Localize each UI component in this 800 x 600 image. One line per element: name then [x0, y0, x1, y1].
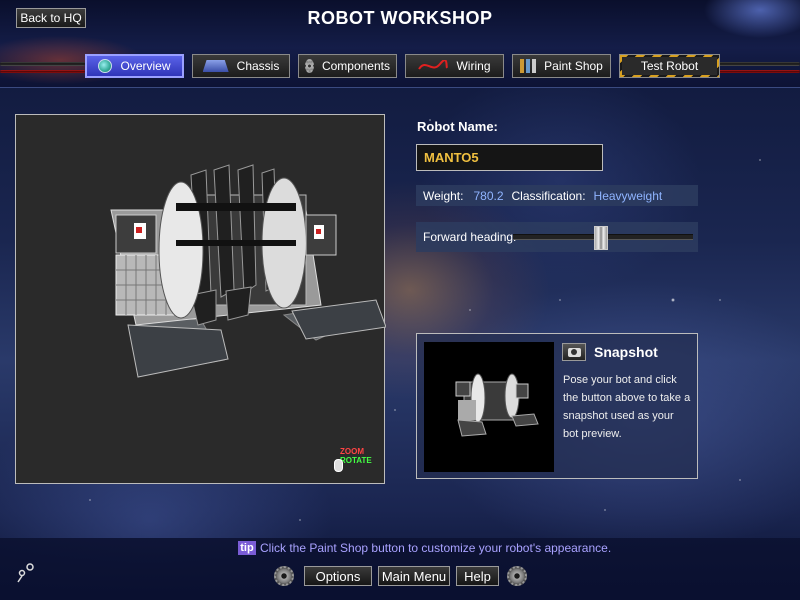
classification-label: Classification: — [511, 188, 586, 203]
robot-preview-thumbnail — [455, 373, 539, 437]
tab-chassis[interactable]: Chassis — [192, 54, 290, 78]
sound-toggle-icon[interactable] — [14, 562, 40, 584]
tab-components[interactable]: Components — [298, 54, 397, 78]
tab-label: Paint Shop — [544, 59, 603, 73]
tab-test-robot[interactable]: Test Robot — [619, 54, 720, 78]
snapshot-description: Pose your bot and click the button above… — [563, 374, 691, 440]
forward-heading-bar: Forward heading: — [416, 222, 698, 252]
cable-decoration — [718, 70, 800, 73]
slider-thumb[interactable] — [594, 226, 609, 250]
robot-tread — [127, 324, 229, 378]
tab-paint-shop[interactable]: Paint Shop — [512, 54, 611, 78]
robot-stats-bar: Weight: 780.2 Classification: Heavyweigh… — [416, 185, 698, 206]
tab-wiring[interactable]: Wiring — [405, 54, 504, 78]
tab-label: Chassis — [236, 59, 280, 73]
chassis-icon — [202, 60, 229, 72]
gear-icon — [507, 566, 527, 586]
tab-overview[interactable]: Overview — [85, 54, 184, 78]
cable-decoration — [718, 62, 800, 66]
snapshot-panel: Snapshot Pose your bot and click the but… — [416, 333, 698, 479]
robot-name-label: Robot Name: — [417, 119, 498, 134]
forward-heading-slider[interactable] — [513, 226, 693, 250]
gear-icon — [305, 59, 314, 73]
axle — [176, 240, 296, 246]
paint-icon — [520, 59, 537, 73]
options-button[interactable]: Options — [304, 566, 372, 586]
snapshot-preview-image — [424, 342, 554, 472]
tab-label: Wiring — [456, 59, 491, 73]
tab-label: Overview — [120, 59, 171, 73]
footer-buttons: Options Main Menu Help — [274, 566, 527, 586]
forward-heading-label: Forward heading: — [423, 230, 517, 244]
wiring-icon — [418, 60, 449, 70]
robot-3d-viewport[interactable]: ZOOM ROTATE — [15, 114, 386, 484]
header-bar: ROBOT WORKSHOP Back to HQ Overview Chass… — [0, 0, 800, 88]
camera-icon — [567, 347, 581, 357]
cable-decoration — [0, 70, 85, 73]
globe-icon — [98, 59, 113, 73]
weight-label: Weight: — [423, 188, 464, 203]
tip-text: Click the Paint Shop button to customize… — [260, 541, 612, 555]
page-title: ROBOT WORKSHOP — [307, 8, 493, 28]
tip-badge: tip — [238, 541, 256, 555]
tab-label: Test Robot — [622, 57, 717, 75]
cable-decoration — [0, 62, 85, 66]
robot-model — [110, 164, 386, 378]
zoom-hint: ZOOM — [340, 447, 364, 456]
axle — [176, 203, 296, 211]
back-to-hq-button[interactable]: Back to HQ — [16, 8, 86, 28]
footer-bar: tip Click the Paint Shop button to custo… — [0, 538, 800, 600]
robot-name-input[interactable]: MANTO5 — [416, 144, 603, 171]
weight-value: 780.2 — [473, 188, 504, 203]
drum-disc-left — [158, 181, 204, 319]
mouse-icon — [334, 459, 343, 472]
help-button[interactable]: Help — [456, 566, 499, 586]
classification-value: Heavyweight — [593, 188, 663, 203]
gear-icon — [274, 566, 294, 586]
main-menu-button[interactable]: Main Menu — [378, 566, 450, 586]
tab-label: Components — [321, 59, 390, 73]
tab-bar: Overview Chassis Components Wiring Paint… — [85, 54, 720, 78]
motor-decal — [316, 229, 321, 234]
snapshot-title: Snapshot — [594, 344, 658, 360]
snapshot-button[interactable] — [562, 343, 586, 361]
motor-decal — [136, 227, 142, 233]
